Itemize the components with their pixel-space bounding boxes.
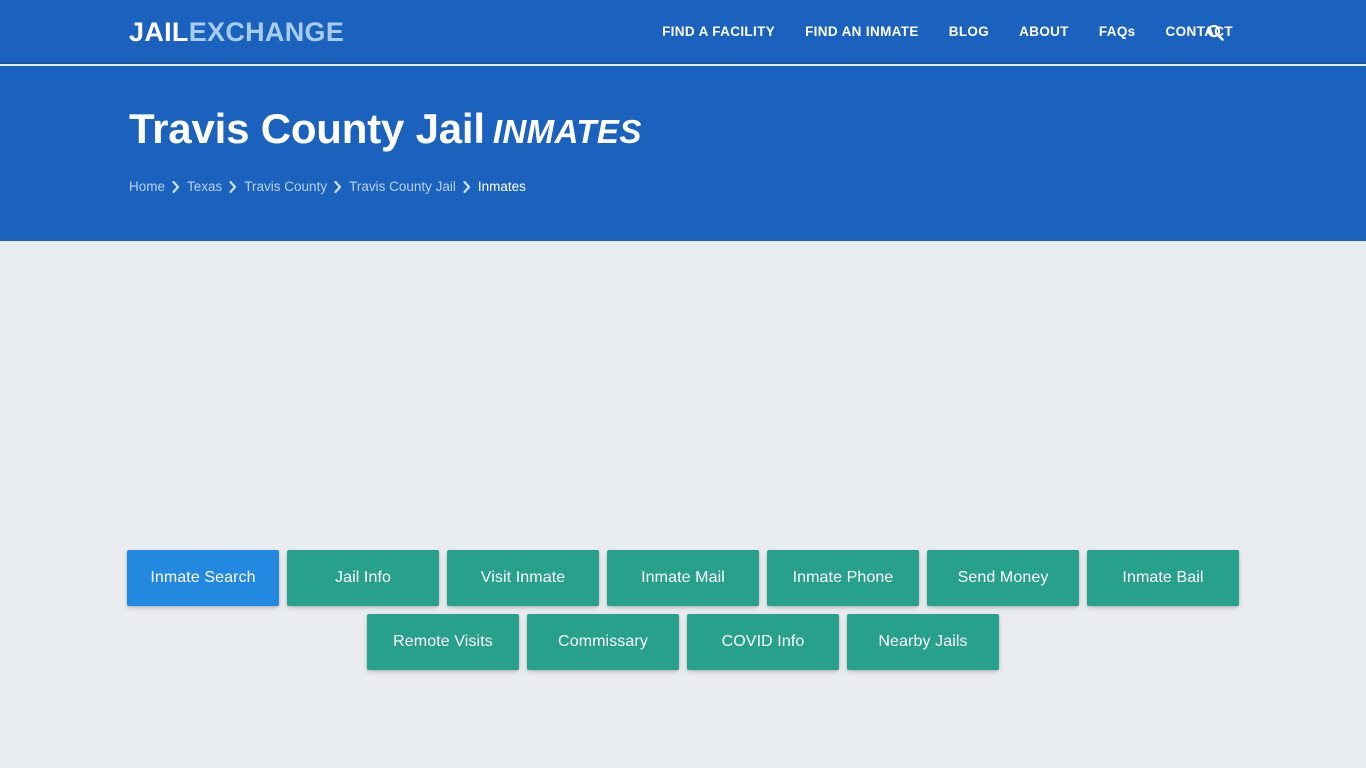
search-icon[interactable] bbox=[1204, 21, 1226, 43]
nav-item-find-a-facility[interactable]: FIND A FACILITY bbox=[647, 0, 790, 64]
page-root: JAILEXCHANGE FIND A FACILITY FIND AN INM… bbox=[0, 0, 1366, 768]
nav-item-faqs[interactable]: FAQs bbox=[1084, 0, 1151, 64]
action-button-inmate-phone[interactable]: Inmate Phone bbox=[767, 550, 919, 606]
action-button-remote-visits[interactable]: Remote Visits bbox=[367, 614, 519, 670]
main-navigation: FIND A FACILITY FIND AN INMATE BLOG ABOU… bbox=[647, 0, 1248, 64]
facility-action-buttons: Inmate Search Jail Info Visit Inmate Inm… bbox=[0, 550, 1366, 670]
chevron-right-icon bbox=[222, 180, 244, 194]
top-navbar: JAILEXCHANGE FIND A FACILITY FIND AN INM… bbox=[0, 0, 1366, 64]
action-button-inmate-mail[interactable]: Inmate Mail bbox=[607, 550, 759, 606]
breadcrumb-item-travis-county[interactable]: Travis County bbox=[244, 178, 327, 196]
logo-text-secondary: EXCHANGE bbox=[188, 17, 345, 47]
page-title-sub: INMATES bbox=[492, 113, 642, 150]
breadcrumb-item-travis-county-jail[interactable]: Travis County Jail bbox=[349, 178, 456, 196]
action-button-row-2: Remote Visits Commissary COVID Info Near… bbox=[0, 614, 1366, 670]
page-title-main: Travis County Jail bbox=[129, 105, 485, 152]
site-logo[interactable]: JAILEXCHANGE bbox=[129, 17, 344, 47]
nav-item-contact[interactable]: CONTACT bbox=[1151, 0, 1248, 64]
breadcrumb: Home Texas Travis County Travis County J… bbox=[129, 178, 526, 196]
chevron-right-icon bbox=[456, 180, 478, 194]
chevron-right-icon bbox=[327, 180, 349, 194]
action-button-send-money[interactable]: Send Money bbox=[927, 550, 1079, 606]
nav-item-blog[interactable]: BLOG bbox=[934, 0, 1004, 64]
hero-header: Travis County Jail INMATES Home Texas Tra… bbox=[0, 66, 1366, 241]
breadcrumb-item-texas[interactable]: Texas bbox=[187, 178, 222, 196]
action-button-row-1: Inmate Search Jail Info Visit Inmate Inm… bbox=[0, 550, 1366, 606]
nav-item-about[interactable]: ABOUT bbox=[1004, 0, 1084, 64]
action-button-inmate-search[interactable]: Inmate Search bbox=[127, 550, 279, 606]
breadcrumb-item-home[interactable]: Home bbox=[129, 178, 165, 196]
page-title: Travis County Jail INMATES bbox=[129, 103, 642, 158]
action-button-visit-inmate[interactable]: Visit Inmate bbox=[447, 550, 599, 606]
action-button-covid-info[interactable]: COVID Info bbox=[687, 614, 839, 670]
nav-item-find-an-inmate[interactable]: FIND AN INMATE bbox=[790, 0, 934, 64]
action-button-jail-info[interactable]: Jail Info bbox=[287, 550, 439, 606]
logo-text-primary: JAIL bbox=[129, 17, 189, 47]
chevron-right-icon bbox=[165, 180, 187, 194]
breadcrumb-item-inmates: Inmates bbox=[477, 179, 526, 194]
action-button-inmate-bail[interactable]: Inmate Bail bbox=[1087, 550, 1239, 606]
action-button-commissary[interactable]: Commissary bbox=[527, 614, 679, 670]
action-button-nearby-jails[interactable]: Nearby Jails bbox=[847, 614, 999, 670]
